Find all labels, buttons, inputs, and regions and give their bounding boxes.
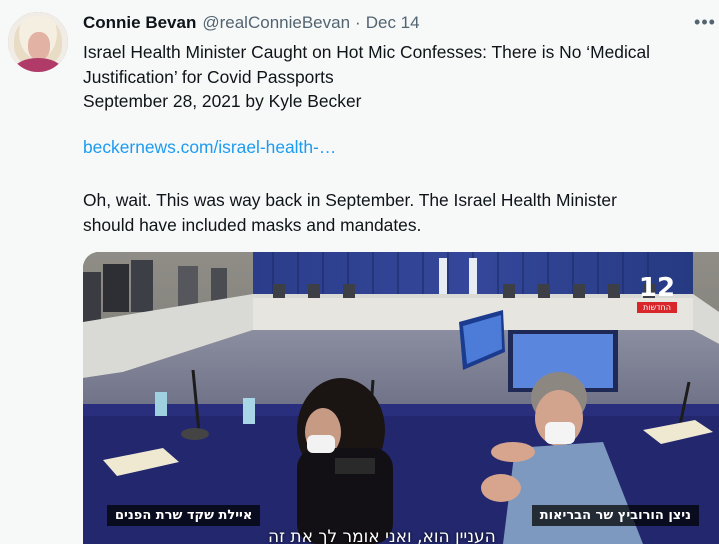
avatar[interactable] xyxy=(8,12,68,72)
tweet-date[interactable]: Dec 14 xyxy=(366,13,420,33)
channel-logo: 12 החדשות xyxy=(637,274,677,316)
video-subtitle: העניין הוא, ואני אומר לך את זה xyxy=(268,527,496,544)
tweet-header: Connie Bevan @realConnieBevan · Dec 14 xyxy=(83,12,420,34)
ellipsis-icon[interactable]: ••• xyxy=(694,12,716,32)
tweet-text-line: Israel Health Minister Caught on Hot Mic… xyxy=(83,42,651,62)
caption-right: ניצן הורוביץ שר הבריאות xyxy=(531,505,699,526)
channel-number: 12 xyxy=(638,273,676,303)
video-thumbnail[interactable]: 12 החדשות איילת שקד שרת הפנים ניצן הורוב… xyxy=(83,252,719,544)
avatar-face xyxy=(28,32,50,60)
separator-dot: · xyxy=(355,13,361,32)
channel-sub: החדשות xyxy=(637,302,677,313)
tweet-text: Israel Health Minister Caught on Hot Mic… xyxy=(83,40,709,114)
caption-left: איילת שקד שרת הפנים xyxy=(107,505,261,526)
meeting-room-scene xyxy=(83,252,719,544)
tweet-text-continued: Oh, wait. This was way back in September… xyxy=(83,188,709,237)
tweet-text-line: Justification’ for Covid Passports xyxy=(83,66,334,87)
user-handle[interactable]: @realConnieBevan xyxy=(202,13,350,33)
tweet-text-line: should have included masks and mandates. xyxy=(83,214,422,235)
display-name[interactable]: Connie Bevan xyxy=(83,13,196,33)
article-link[interactable]: beckernews.com/israel-health-… xyxy=(83,137,336,158)
tweet-text-line: September 28, 2021 by Kyle Becker xyxy=(83,91,362,111)
tweet-text-line: Oh, wait. This was way back in September… xyxy=(83,190,617,210)
tweet[interactable]: Connie Bevan @realConnieBevan · Dec 14 •… xyxy=(0,0,719,544)
